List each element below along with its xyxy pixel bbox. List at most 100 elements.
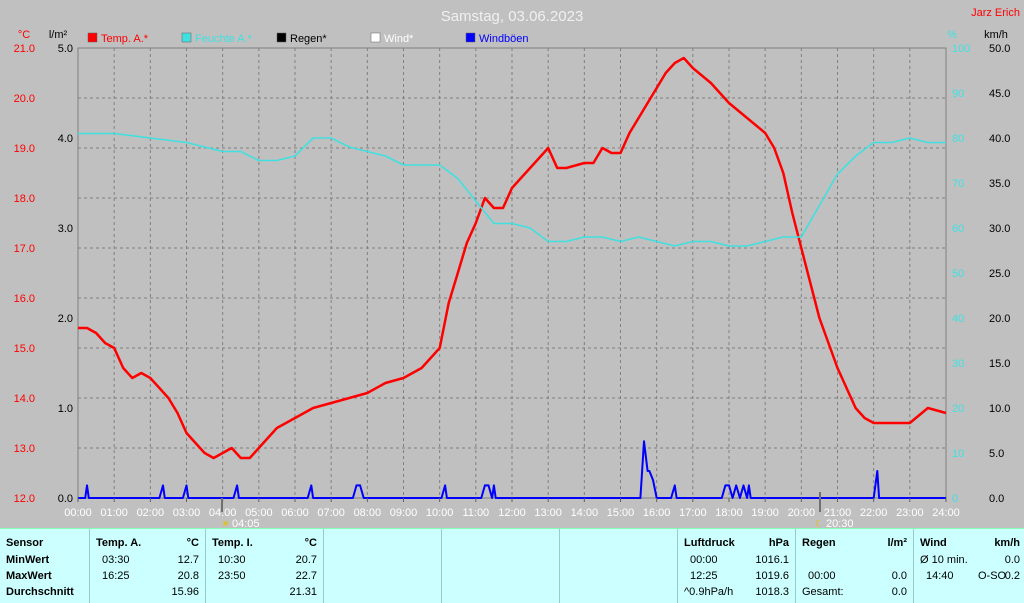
temp-tick-label: 17.0 [14,243,35,255]
legend-swatch [181,32,192,43]
pressure-title: Luftdruck [684,537,735,549]
rain-cell: Regen l/m² 00:00 0.0 Gesamt: 0.0 [796,529,914,603]
humidity-tick-label: 20 [952,403,964,415]
pressure-min-time: 00:00 [690,554,718,566]
rain-tick-label: 0.0 [58,493,73,505]
rain-total-value: 0.0 [891,586,907,598]
pressure-max-time: 12:25 [690,570,718,582]
sun-icon: ☀ [221,519,230,528]
pressure-unit: hPa [768,537,789,549]
x-tick-label: 16:00 [643,507,671,519]
wind-tick-label: 35.0 [989,178,1010,190]
x-tick-label: 17:00 [679,507,707,519]
pressure-min-value: 1016.1 [755,554,789,566]
humidity-tick-label: 100 [952,43,970,55]
temp-i-avg: 21.31 [289,586,317,598]
humidity-tick-label: 0 [952,493,958,505]
temp-a-min-time: 03:30 [102,554,130,566]
x-tick-label: 08:00 [354,507,382,519]
moon-icon: ☾ [815,519,824,528]
max-label: MaxWert [6,570,52,582]
legend-swatch [370,32,381,43]
x-tick-label: 01:00 [100,507,128,519]
temp-a-cell: Temp. A. °C 03:30 12.7 16:25 20.8 15.96 [90,529,206,603]
sensor-header: Sensor [6,537,44,549]
temp-tick-label: 13.0 [14,443,35,455]
humidity-tick-label: 70 [952,178,964,190]
temp-a-title: Temp. A. [96,537,142,549]
wind-avg-label: Ø 10 min. [920,554,968,566]
temp-i-title: Temp. I. [212,537,253,549]
temp-a-unit: °C [186,537,199,549]
temp-i-cell: Temp. I. °C 10:30 20.7 23:50 22.7 21.31 [206,529,324,603]
temp-tick-label: 21.0 [14,43,35,55]
humidity-unit-label: % [947,29,957,41]
x-tick-label: 12:00 [498,507,526,519]
humidity-tick-label: 40 [952,313,964,325]
humidity-tick-label: 60 [952,223,964,235]
wind-unit: km/h [994,537,1020,549]
wind-tick-label: 45.0 [989,88,1010,100]
wind-tick-label: 25.0 [989,268,1010,280]
rain-tick-label: 2.0 [58,313,73,325]
rain-tick-label: 1.0 [58,403,73,415]
x-tick-label: 24:00 [932,507,960,519]
rain-tick-label: 5.0 [58,43,73,55]
x-tick-label: 00:00 [64,507,92,519]
rain-max-time: 00:00 [808,570,836,582]
legend-label: Wind* [384,33,414,45]
x-tick-label: 09:00 [390,507,418,519]
x-tick-label: 11:00 [462,507,489,519]
temp-a-min-value: 12.7 [177,554,199,566]
temp-tick-label: 15.0 [14,343,35,355]
wind-max-direction: O-SO [978,570,1007,582]
empty-cell-1 [324,529,442,603]
temp-i-min-value: 20.7 [295,554,317,566]
temp-i-unit: °C [304,537,317,549]
x-tick-label: 22:00 [860,507,888,519]
rain-tick-label: 4.0 [58,133,73,145]
rain-tick-label: 3.0 [58,223,73,235]
temp-a-max-time: 16:25 [102,570,130,582]
rain-max-value: 0.0 [891,570,907,582]
x-tick-label: 23:00 [896,507,924,519]
pressure-trend-value: 1018.3 [755,586,789,598]
wind-tick-label: 0.0 [989,493,1004,505]
row-labels-cell: Sensor MinWert MaxWert Durchschnitt [0,529,90,603]
rain-unit-label: l/m² [49,29,68,41]
temp-tick-label: 16.0 [14,293,35,305]
wind-tick-label: 20.0 [989,313,1010,325]
temp-tick-label: 14.0 [14,393,35,405]
wind-max-time: 14:40 [926,570,954,582]
temp-i-max-value: 22.7 [295,570,317,582]
x-tick-label: 20:00 [788,507,816,519]
wind-tick-label: 10.0 [989,403,1010,415]
legend-label: Temp. A.* [101,33,149,45]
legend-swatch [465,32,476,43]
x-tick-label: 15:00 [607,507,635,519]
x-tick-label: 14:00 [571,507,599,519]
chart-title: Samstag, 03.06.2023 [441,8,584,25]
stats-panel: Sensor MinWert MaxWert Durchschnitt Temp… [0,528,1024,603]
temp-tick-label: 18.0 [14,193,35,205]
weather-chart: 00:00 01:00 02:00 03:00 04:00 05:00 06:00 07:00… [0,0,1024,528]
temp-i-max-time: 23:50 [218,570,246,582]
humidity-tick-label: 90 [952,88,964,100]
temp-tick-label: 19.0 [14,143,35,155]
rain-title: Regen [802,537,836,549]
temp-tick-label: 20.0 [14,93,35,105]
pressure-max-value: 1019.6 [755,570,789,582]
temp-tick-label: 12.0 [14,493,35,505]
rain-unit: l/m² [887,537,907,549]
x-tick-label: 10:00 [426,507,454,519]
humidity-tick-label: 30 [952,358,964,370]
wind-tick-label: 30.0 [989,223,1010,235]
legend-label: Feuchte A.* [195,33,253,45]
x-tick-label: 03:00 [173,507,201,519]
legend-label: Regen* [290,33,327,45]
x-tick-label: 02:00 [137,507,165,519]
sunrise-time: 04:05 [232,518,260,528]
humidity-tick-label: 10 [952,448,964,460]
x-tick-label: 19:00 [751,507,779,519]
x-tick-label: 13:00 [534,507,562,519]
